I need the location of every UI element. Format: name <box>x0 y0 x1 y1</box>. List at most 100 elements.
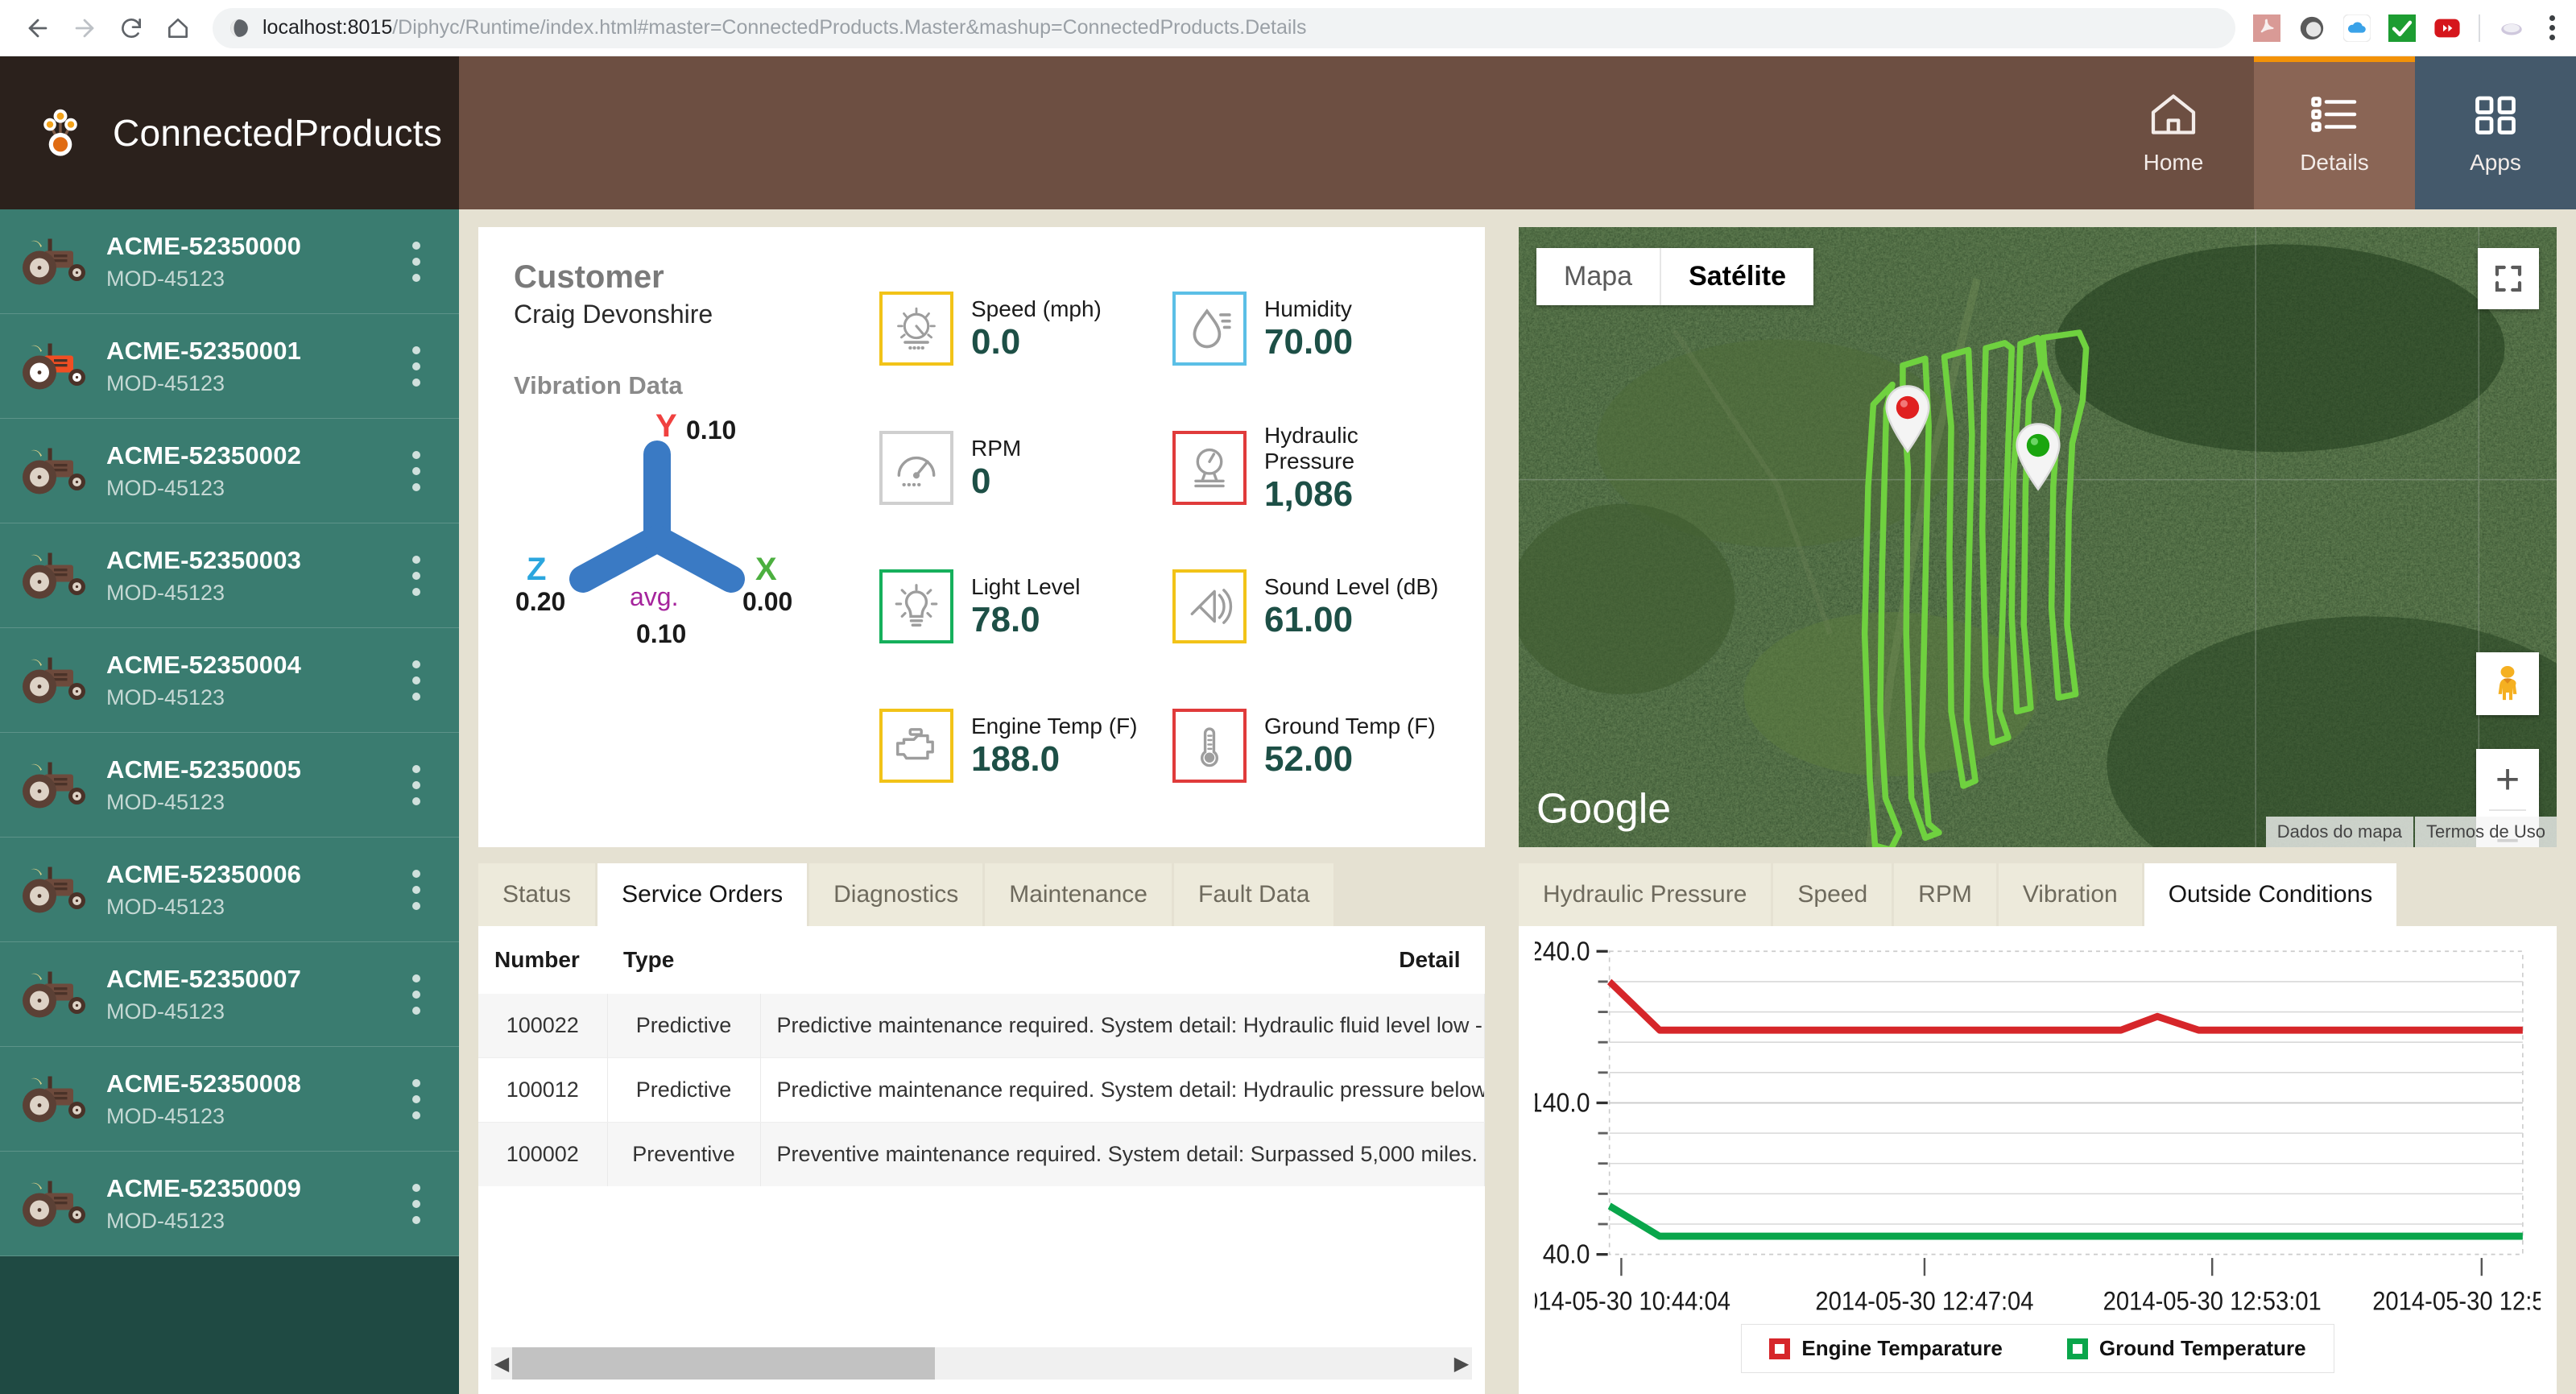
kpi-tile-humidity[interactable]: Humidity 70.00 <box>1172 259 1449 399</box>
column-header-type[interactable]: Type <box>607 926 760 994</box>
cell-number: 100022 <box>478 994 608 1058</box>
legend-item-ground-temperature[interactable]: Ground Temperature <box>2066 1336 2306 1361</box>
youtube-icon[interactable] <box>2433 14 2461 42</box>
sidebar-item-acme-52350003[interactable]: ACME-52350003 MOD-45123 <box>0 523 459 628</box>
asset-overflow-menu-icon[interactable] <box>412 345 459 387</box>
cell-detail: Predictive maintenance required. System … <box>760 994 1485 1058</box>
unknown-extension-icon[interactable] <box>2498 14 2525 42</box>
sidebar-item-acme-52350006[interactable]: ACME-52350006 MOD-45123 <box>0 838 459 942</box>
nav-tab-home[interactable]: Home <box>2093 56 2254 209</box>
scrollbar-track[interactable] <box>512 1347 1451 1380</box>
tab-outside-conditions[interactable]: Outside Conditions <box>2144 863 2397 926</box>
tractor-icon <box>23 448 85 494</box>
start-marker[interactable] <box>1881 384 1934 453</box>
asset-overflow-menu-icon[interactable] <box>412 1078 459 1119</box>
tab-rpm[interactable]: RPM <box>1894 863 1996 926</box>
kebab-menu-icon[interactable] <box>2543 15 2562 40</box>
nav-tab-apps[interactable]: Apps <box>2415 56 2576 209</box>
sidebar-item-acme-52350004[interactable]: ACME-52350004 MOD-45123 <box>0 628 459 733</box>
tractor-icon <box>23 1076 85 1122</box>
cell-number: 100002 <box>478 1122 608 1186</box>
kpi-tile-light-level[interactable]: Light Level 78.0 <box>879 537 1156 676</box>
asset-overflow-menu-icon[interactable] <box>412 450 459 491</box>
scroll-left-arrow[interactable]: ◀ <box>491 1352 512 1375</box>
service-orders-panel: Status Service Orders Diagnostics Maintenan… <box>478 863 1485 1394</box>
back-arrow-icon[interactable] <box>14 5 61 52</box>
sidebar-item-acme-52350009[interactable]: ACME-52350009 MOD-45123 <box>0 1152 459 1256</box>
kpi-label: Hydraulic Pressure <box>1264 422 1358 474</box>
terms-of-use-link[interactable]: Termos de Uso <box>2415 817 2557 847</box>
tab-maintenance[interactable]: Maintenance <box>985 863 1172 926</box>
kpi-tile-engine-temp-f[interactable]: Engine Temp (F) 188.0 <box>879 676 1156 816</box>
street-view-pegman-button[interactable] <box>2476 652 2539 715</box>
tab-vibration[interactable]: Vibration <box>1998 863 2142 926</box>
nav-tab-details[interactable]: Details <box>2254 56 2415 209</box>
asset-overflow-menu-icon[interactable] <box>412 241 459 282</box>
column-header-detail[interactable]: Detail <box>760 926 1485 994</box>
sidebar-item-acme-52350005[interactable]: ACME-52350005 MOD-45123 <box>0 733 459 838</box>
tab-hydraulic-pressure[interactable]: Hydraulic Pressure <box>1519 863 1772 926</box>
sidebar-item-acme-52350007[interactable]: ACME-52350007 MOD-45123 <box>0 942 459 1047</box>
column-header-number[interactable]: Number <box>478 926 607 994</box>
asset-overflow-menu-icon[interactable] <box>412 764 459 805</box>
asset-overflow-menu-icon[interactable] <box>412 869 459 910</box>
kpi-tile-ground-temp-f[interactable]: Ground Temp (F) 52.00 <box>1172 676 1449 816</box>
tab-service-orders[interactable]: Service Orders <box>597 863 808 926</box>
map-type-switch[interactable]: Mapa Satélite <box>1536 248 1814 305</box>
asset-overflow-menu-icon[interactable] <box>412 660 459 701</box>
svg-text:2014-05-30 12:53:01: 2014-05-30 12:53:01 <box>2103 1286 2322 1316</box>
sidebar-item-acme-52350002[interactable]: ACME-52350002 MOD-45123 <box>0 419 459 523</box>
tab-status[interactable]: Status <box>478 863 596 926</box>
asset-overflow-menu-icon[interactable] <box>412 555 459 596</box>
adobe-acrobat-icon[interactable] <box>2253 14 2280 42</box>
map-type-mapa[interactable]: Mapa <box>1536 248 1660 305</box>
sidebar-item-acme-52350001[interactable]: ACME-52350001 MOD-45123 <box>0 314 459 419</box>
engine-icon <box>879 708 953 783</box>
fullscreen-button[interactable] <box>2478 248 2539 309</box>
tractor-icon <box>23 867 85 912</box>
scroll-right-arrow[interactable]: ▶ <box>1451 1352 1472 1375</box>
table-row[interactable]: 100002 Preventive Preventive maintenance… <box>478 1122 1485 1186</box>
tab-fault-data[interactable]: Fault Data <box>1174 863 1334 926</box>
vibration-x-value: 0.00 <box>742 587 793 616</box>
table-row[interactable]: 100012 Predictive Predictive maintenance… <box>478 1057 1485 1123</box>
asset-map[interactable]: Mapa Satélite + Google Dados do mapa Ter… <box>1519 227 2557 847</box>
scrollbar-thumb[interactable] <box>512 1347 935 1380</box>
reload-icon[interactable] <box>108 5 155 52</box>
asset-text: ACME-52350002 MOD-45123 <box>106 441 412 501</box>
kpi-tile-hydraulic-pressure[interactable]: Hydraulic Pressure 1,086 <box>1172 399 1449 538</box>
connectedproducts-logo-icon <box>43 109 77 156</box>
grammarly-icon[interactable] <box>2298 14 2326 42</box>
legend-item-engine-temparature[interactable]: Engine Temparature <box>1769 1336 2003 1361</box>
forward-arrow-icon[interactable] <box>61 5 108 52</box>
tractor-icon <box>23 343 85 389</box>
end-marker[interactable] <box>2012 422 2065 491</box>
asset-overflow-menu-icon[interactable] <box>412 1183 459 1224</box>
sidebar-item-acme-52350008[interactable]: ACME-52350008 MOD-45123 <box>0 1047 459 1152</box>
url-host: localhost:8015 <box>263 16 393 39</box>
map-data-link[interactable]: Dados do mapa <box>2265 817 2414 847</box>
table-horizontal-scrollbar[interactable]: ◀ ▶ <box>491 1347 1472 1380</box>
brand-block[interactable]: ConnectedProducts <box>0 56 459 209</box>
table-row[interactable]: 100022 Predictive Predictive maintenance… <box>478 994 1485 1058</box>
asset-overflow-menu-icon[interactable] <box>412 974 459 1015</box>
checkmark-icon[interactable] <box>2388 14 2416 42</box>
kpi-label: Ground Temp (F) <box>1264 713 1436 738</box>
vibration-avg-label: avg. <box>630 582 679 611</box>
sidebar-item-acme-52350000[interactable]: ACME-52350000 MOD-45123 <box>0 209 459 314</box>
zoom-in-button[interactable]: + <box>2476 749 2539 809</box>
kpi-tile-rpm[interactable]: RPM 0 <box>879 399 1156 538</box>
browser-toolbar: localhost:8015/Diphyc/Runtime/index.html… <box>0 0 2576 56</box>
tab-speed[interactable]: Speed <box>1773 863 1892 926</box>
cell-number: 100012 <box>478 1057 608 1123</box>
kpi-tile-sound-level-db[interactable]: Sound Level (dB) 61.00 <box>1172 537 1449 676</box>
field-path-overlay <box>1861 329 2090 847</box>
home-icon[interactable] <box>155 5 201 52</box>
map-type-satelite[interactable]: Satélite <box>1661 248 1813 305</box>
address-bar[interactable]: localhost:8015/Diphyc/Runtime/index.html… <box>213 7 2235 48</box>
kpi-body: Ground Temp (F) 52.00 <box>1264 714 1436 778</box>
onedrive-icon[interactable] <box>2343 14 2371 42</box>
cell-detail: Predictive maintenance required. System … <box>760 1057 1485 1123</box>
kpi-tile-speed-mph[interactable]: Speed (mph) 0.0 <box>879 259 1156 399</box>
tab-diagnostics[interactable]: Diagnostics <box>809 863 983 926</box>
